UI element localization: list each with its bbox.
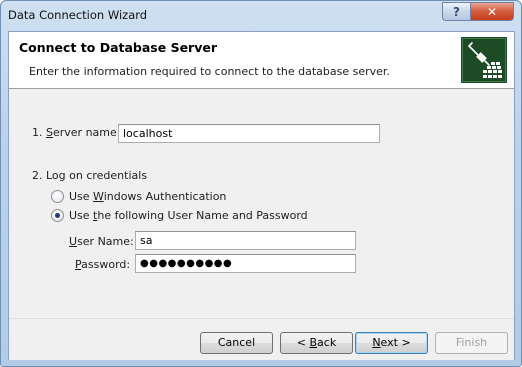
wizard-header: Connect to Database Server Enter the inf… [9,32,514,89]
wizard-footer: Cancel < Back Next > Finish [9,318,514,360]
cancel-button[interactable]: Cancel [200,332,273,354]
wizard-client-area: Connect to Database Server Enter the inf… [8,31,515,360]
username-password-label[interactable]: Use the following User Name and Password [69,209,308,222]
page-subtitle: Enter the information required to connec… [29,65,390,78]
windows-auth-label[interactable]: Use Windows Authentication [69,190,226,203]
credentials-heading: 2. Log on credentials [32,169,148,182]
server-name-label-rest: erver name: [52,126,121,139]
back-button-hotkey: B [309,336,318,349]
server-name-input[interactable]: localhost [118,124,380,143]
title-bar[interactable]: Data Connection Wizard ? ✕ [1,1,521,31]
window-title: Data Connection Wizard [8,8,148,22]
next-button[interactable]: Next > [355,332,428,354]
page-title: Connect to Database Server [19,40,217,55]
username-label-hotkey: U [69,235,78,248]
username-password-label-pre: Use [69,209,94,222]
username-input[interactable]: sa [135,231,356,250]
windows-auth-label-pre: Use [69,190,94,203]
password-label: Password: [75,258,130,271]
close-button[interactable]: ✕ [470,2,514,21]
password-label-rest: assword: [81,258,131,271]
username-label-rest: ser Name: [77,235,134,248]
wizard-window: Data Connection Wizard ? ✕ Connect to Da… [0,0,522,367]
finish-button[interactable]: Finish [435,332,508,354]
username-password-label-post: he following User Name and Password [97,209,308,222]
help-button[interactable]: ? [442,2,470,21]
username-label: User Name: [69,235,134,248]
password-input[interactable]: ●●●●●●●●●● [135,254,356,273]
back-button[interactable]: < Back [280,332,353,354]
windows-auth-label-post: indows Authentication [103,190,227,203]
next-button-hotkey: N [372,336,381,349]
back-button-pre: < [296,336,310,349]
next-button-post: ext > [380,336,411,349]
server-name-label: 1. Server name: [32,126,120,139]
help-icon: ? [453,5,460,19]
database-connection-icon [461,37,507,83]
username-password-radio[interactable] [51,209,64,222]
close-icon: ✕ [486,5,498,19]
windows-auth-radio[interactable] [51,190,64,203]
server-name-label-prefix: 1. [32,126,46,139]
server-name-label-hotkey: S [46,126,53,139]
back-button-post: ack [317,336,337,349]
windows-auth-label-hotkey: W [93,190,104,203]
